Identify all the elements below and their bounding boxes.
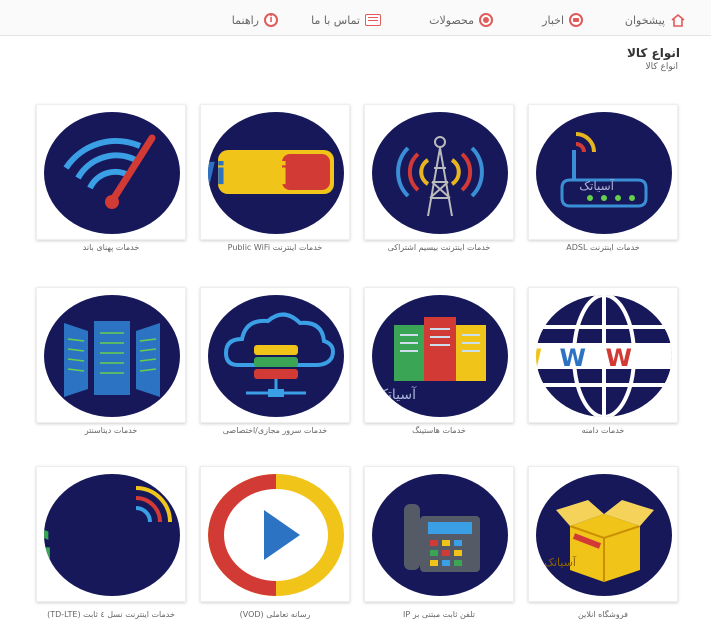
contact-card-icon [365, 14, 381, 26]
globe-www-icon: W W W [536, 295, 672, 417]
svg-text:آسیاتک: آسیاتک [579, 178, 614, 193]
play-button-icon [208, 474, 344, 596]
datacenter-racks-icon [44, 295, 180, 417]
page-title: انواع کالا [626, 46, 680, 60]
4g-icon: 4G [44, 474, 180, 596]
open-box-icon: آسیاتک [536, 474, 672, 596]
nav-label-products: محصولات [429, 13, 474, 27]
nav-label-help: راهنما [231, 13, 259, 27]
wifi-logo-icon: Wi Fi [208, 112, 344, 234]
product-card-public-wifi[interactable]: Wi Fi [200, 104, 350, 240]
svg-text:W: W [536, 344, 542, 372]
product-caption-4g: خدمات اینترنت نسل ٤ ثابت (TD-LTE) [47, 610, 175, 619]
info-icon: i [264, 13, 278, 27]
product-caption-ip-phone: تلفن ثابت مبتنی بر IP [403, 610, 475, 619]
product-caption-wireless: خدمات اینترنت بیسیم اشتراکی [387, 243, 491, 252]
product-card-domain[interactable]: W W W [528, 287, 678, 423]
product-card-bandwidth[interactable] [36, 104, 186, 240]
product-caption-domain: خدمات دامنه [581, 426, 625, 435]
product-card-vod[interactable] [200, 466, 350, 602]
home-icon [671, 13, 685, 27]
svg-text:W: W [606, 344, 632, 372]
product-card-vps[interactable] [200, 287, 350, 423]
nav-label-news: اخبار [542, 13, 564, 27]
breadcrumb: انواع کالا [645, 62, 678, 72]
nav-item-news[interactable]: اخبار [542, 10, 583, 30]
product-caption-hosting: خدمات هاستینگ [412, 426, 466, 435]
svg-text:آسیاتک: آسیاتک [544, 555, 577, 569]
product-caption-public-wifi: خدمات اینترنت Public WiFi [227, 243, 323, 252]
product-caption-vod: رسانه تعاملی (VOD) [239, 610, 311, 619]
hosting-binders-icon: آسیاتک [372, 295, 508, 417]
product-card-ip-phone[interactable] [364, 466, 514, 602]
cloud-server-icon [208, 295, 344, 417]
nav-item-dashboard[interactable]: پیشخوان [625, 10, 686, 30]
svg-text:آسیاتک: آسیاتک [375, 386, 417, 403]
product-caption-adsl: خدمات اینترنت ADSL [566, 243, 640, 252]
speedometer-icon [44, 112, 180, 234]
products-icon [479, 13, 493, 27]
antenna-tower-icon [372, 112, 508, 234]
nav-item-contact[interactable]: تماس با ما [311, 10, 381, 30]
product-card-online-store[interactable]: آسیاتک [528, 466, 678, 602]
news-icon [569, 13, 583, 27]
product-card-hosting[interactable]: آسیاتک [364, 287, 514, 423]
router-icon: آسیاتک [536, 112, 672, 234]
product-caption-vps: خدمات سرور مجازی/اختصاصی [222, 426, 328, 435]
nav-label-dashboard: پیشخوان [624, 13, 665, 27]
product-card-4g[interactable]: 4G [36, 466, 186, 602]
svg-text:4G: 4G [44, 519, 54, 584]
product-card-datacenter[interactable] [36, 287, 186, 423]
product-card-adsl[interactable]: آسیاتک [528, 104, 678, 240]
nav-item-products[interactable]: محصولات [429, 10, 493, 30]
product-caption-online-store: فروشگاه انلاین [578, 610, 628, 619]
product-caption-bandwidth: خدمات پهنای باند [82, 243, 140, 252]
product-caption-datacenter: خدمات دیتاسنتر [84, 426, 138, 435]
top-navigation-bar: پیشخوان اخبار محصولات تماس با ما i راهنم… [0, 0, 711, 36]
ip-phone-icon [372, 474, 508, 596]
svg-text:W: W [560, 344, 586, 372]
product-card-wireless[interactable] [364, 104, 514, 240]
nav-label-contact: تماس با ما [311, 13, 360, 27]
svg-text:Wi: Wi [208, 157, 226, 192]
svg-text:Fi: Fi [257, 157, 288, 192]
nav-item-help[interactable]: i راهنما [232, 10, 278, 30]
